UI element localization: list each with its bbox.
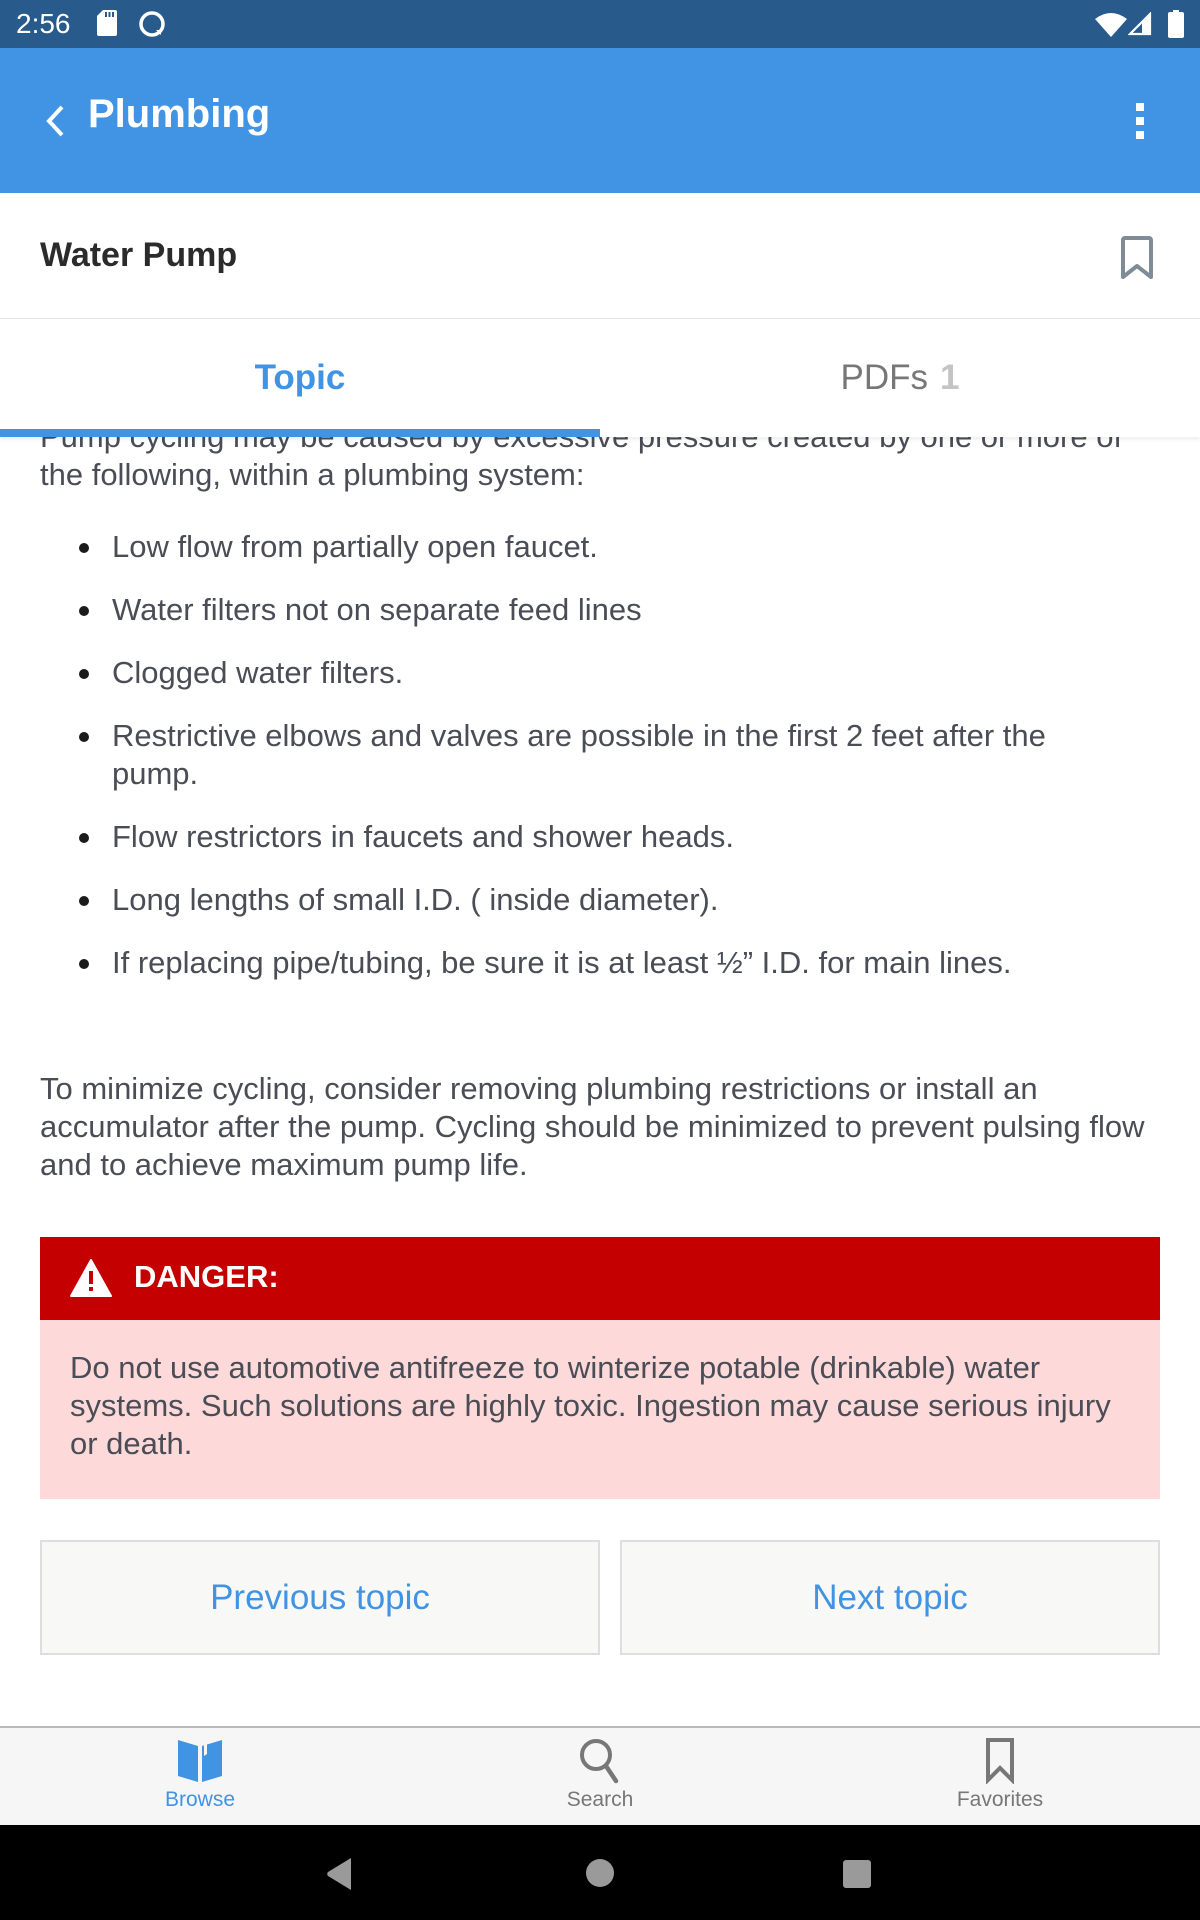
tab-pdfs-count: 1 — [940, 358, 960, 397]
system-recents-icon[interactable] — [842, 1859, 872, 1889]
bottom-nav-search-label: Search — [566, 1788, 634, 1811]
list-item: Clogged water filters. — [40, 654, 1140, 692]
bottom-nav-browse-label: Browse — [164, 1788, 236, 1811]
system-back-icon[interactable] — [325, 1857, 355, 1891]
bullet-icon — [79, 606, 89, 616]
list-item: If replacing pipe/tubing, be sure it is … — [40, 944, 1140, 982]
summary-paragraph: To minimize cycling, consider removing p… — [40, 1071, 1145, 1182]
status-bar: 2:56 — [0, 0, 1200, 48]
next-topic-button[interactable]: Next topic — [620, 1540, 1160, 1655]
danger-callout: DANGER: Do not use automotive antifreeze… — [40, 1237, 1160, 1499]
app-bar: Plumbing — [0, 48, 1200, 193]
overflow-menu-button[interactable] — [1120, 93, 1160, 149]
book-icon — [178, 1740, 222, 1782]
chevron-left-icon — [46, 105, 64, 137]
bottom-nav-browse[interactable]: Browse — [0, 1728, 400, 1825]
bookmark-button[interactable] — [1115, 233, 1161, 283]
bullet-icon — [79, 833, 89, 843]
tab-bar: Topic PDFs 1 — [0, 319, 1200, 437]
bottom-navigation: Browse Search Favorites — [0, 1726, 1200, 1825]
list-item: Low flow from partially open faucet. — [40, 528, 1140, 566]
list-item: Flow restrictors in faucets and shower h… — [40, 818, 1140, 856]
bottom-nav-favorites-label: Favorites — [956, 1788, 1044, 1811]
tab-pdfs[interactable]: PDFs 1 — [600, 319, 1200, 437]
list-item: Water filters not on separate feed lines — [40, 591, 1140, 629]
previous-topic-button[interactable]: Previous topic — [40, 1540, 600, 1655]
more-vert-icon — [1136, 103, 1144, 139]
bookmark-icon — [986, 1738, 1014, 1784]
tab-pdfs-label: PDFs — [840, 358, 929, 397]
app-title: Plumbing — [88, 92, 271, 136]
tab-topic[interactable]: Topic — [0, 319, 600, 437]
bullet-icon — [79, 896, 89, 906]
topic-content[interactable]: Pump cycling may be caused by excessive … — [0, 380, 1200, 1726]
danger-text: Do not use automotive antifreeze to wint… — [70, 1350, 1111, 1461]
bullet-icon — [79, 959, 89, 969]
system-navigation-bar — [0, 1825, 1200, 1920]
signal-icon — [1128, 12, 1152, 36]
bullet-icon — [79, 669, 89, 679]
danger-label: DANGER: — [134, 1259, 279, 1294]
bookmark-outline-icon — [1121, 236, 1153, 279]
wifi-icon — [1095, 13, 1127, 37]
warning-triangle-icon — [70, 1259, 112, 1297]
bullet-icon — [79, 732, 89, 742]
tab-topic-label: Topic — [254, 358, 346, 397]
active-tab-indicator — [0, 429, 600, 437]
sync-icon — [139, 11, 165, 37]
bottom-nav-search[interactable]: Search — [400, 1728, 800, 1825]
sd-card-icon — [97, 10, 117, 36]
topic-title: Water Pump — [40, 236, 238, 274]
list-item: Long lengths of small I.D. ( inside diam… — [40, 881, 1140, 919]
search-icon — [580, 1739, 619, 1784]
back-button[interactable] — [30, 96, 80, 146]
danger-header: DANGER: — [40, 1237, 1160, 1320]
topic-header: Water Pump — [0, 193, 1200, 319]
status-time: 2:56 — [16, 8, 71, 39]
list-item: Restrictive elbows and valves are possib… — [40, 717, 1140, 793]
bullet-icon — [79, 543, 89, 553]
bottom-nav-favorites[interactable]: Favorites — [800, 1728, 1200, 1825]
system-home-icon[interactable] — [584, 1857, 616, 1889]
cause-list: Low flow from partially open faucet. Wat… — [40, 528, 1140, 1007]
battery-icon — [1168, 10, 1184, 38]
